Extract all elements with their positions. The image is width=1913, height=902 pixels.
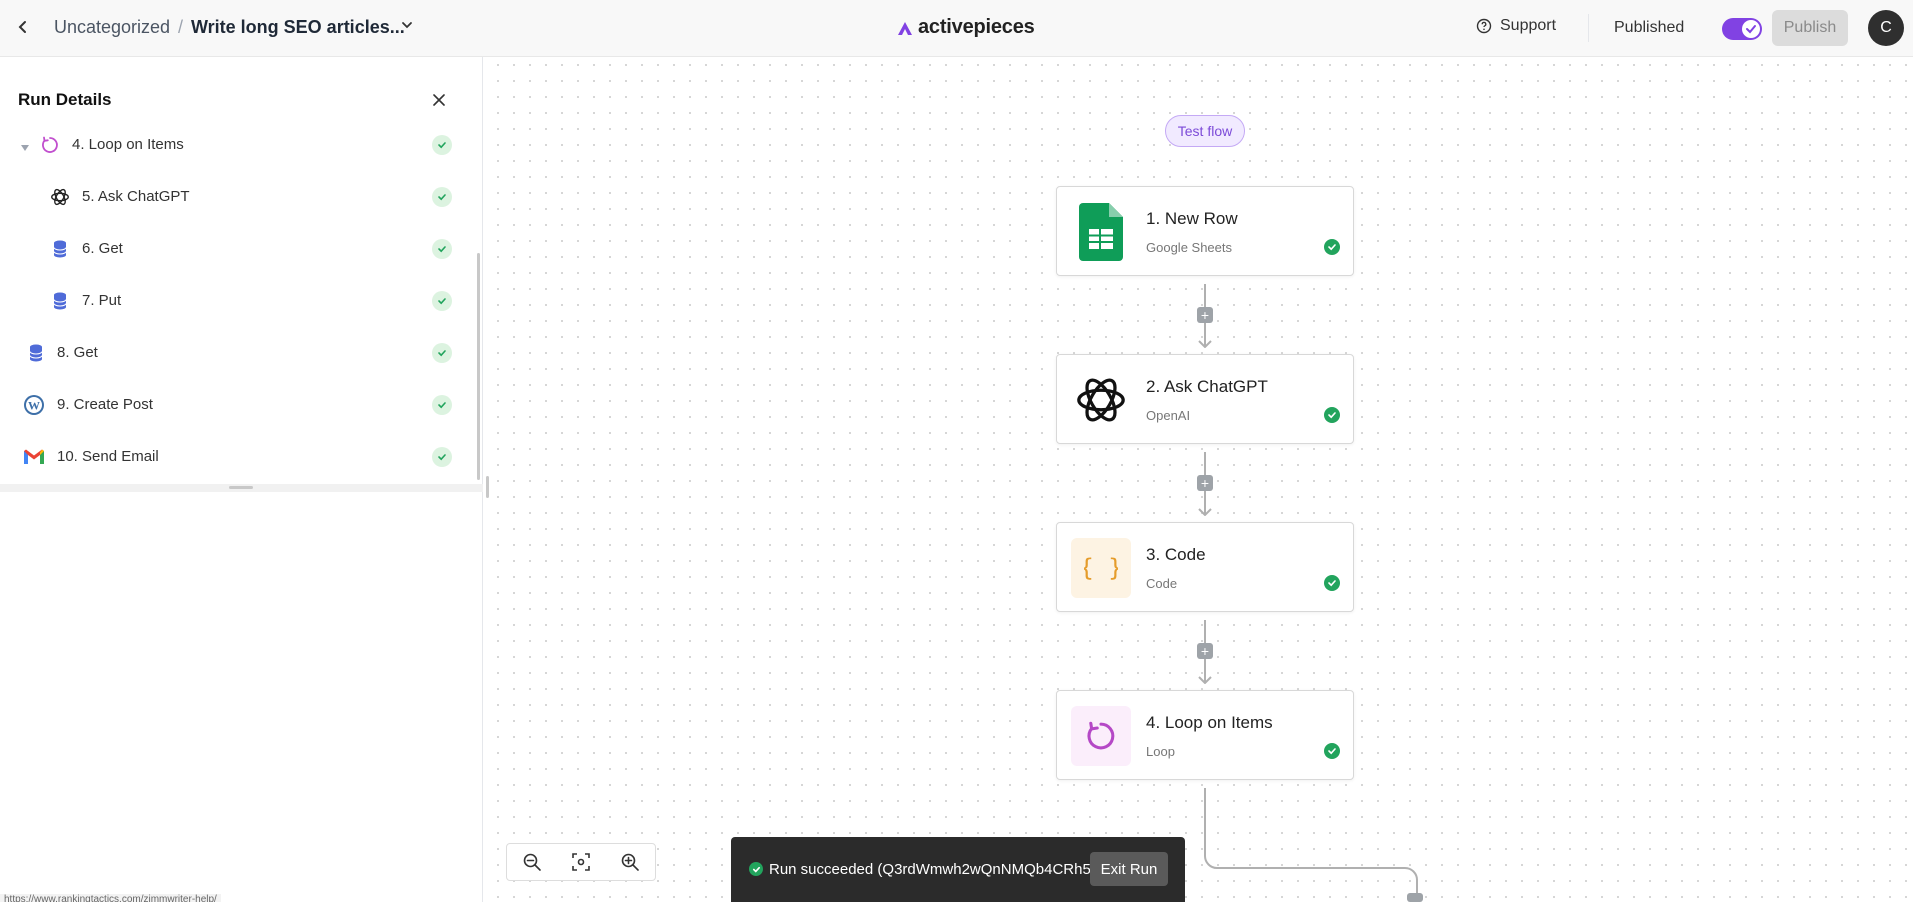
node-title: 4. Loop on Items [1146, 713, 1273, 732]
storage-icon [48, 237, 72, 261]
flow-node-code[interactable]: { } 3. Code Code [1056, 522, 1354, 612]
toast-message: Run succeeded (Q3rdWmwh2wQnNMQb4CRh5) [769, 861, 1096, 878]
svg-text:{ }: { } [1084, 554, 1118, 582]
publish-toggle[interactable] [1722, 18, 1762, 40]
caret-down-icon[interactable] [20, 139, 30, 157]
help-circle-icon [1476, 18, 1492, 34]
run-step-label: 4. Loop on Items [72, 136, 184, 153]
exit-run-button[interactable]: Exit Run [1090, 852, 1168, 886]
add-step-plus-icon[interactable]: + [1197, 307, 1213, 323]
node-subtitle: Google Sheets [1146, 240, 1233, 255]
run-step-label: 9. Create Post [57, 396, 153, 413]
panel-resize-handle[interactable] [229, 486, 253, 489]
openai-icon [48, 185, 72, 209]
loop-icon [1071, 706, 1131, 766]
run-step-label: 5. Ask ChatGPT [82, 188, 190, 205]
node-subtitle: Loop [1146, 744, 1175, 759]
support-label: Support [1500, 17, 1557, 34]
run-step-label: 10. Send Email [57, 448, 159, 465]
code-icon: { } [1071, 538, 1131, 598]
run-step-label: 8. Get [57, 344, 98, 361]
node-title: 1. New Row [1146, 209, 1238, 228]
success-check-icon [1324, 239, 1340, 255]
add-step-plus-icon[interactable] [1407, 893, 1423, 902]
run-step-loop[interactable]: 4. Loop on Items [20, 121, 460, 169]
arrow-down-icon [1198, 676, 1212, 684]
add-step-plus-icon[interactable]: + [1197, 475, 1213, 491]
success-check-icon [432, 447, 452, 467]
run-step-put[interactable]: 7. Put [20, 277, 460, 325]
success-check-icon [432, 395, 452, 415]
storage-icon [48, 289, 72, 313]
arrow-down-icon [1198, 340, 1212, 348]
breadcrumb-separator: / [178, 17, 184, 37]
success-check-icon [432, 239, 452, 259]
run-details-panel: Run Details 4. Loop on Items 5. Ask Chat… [0, 57, 483, 902]
success-check-icon [432, 343, 452, 363]
storage-icon [24, 341, 48, 365]
success-check-icon [1324, 575, 1340, 591]
sidebar-resize-handle[interactable] [486, 476, 489, 498]
panel-scrollbar[interactable] [477, 253, 480, 480]
support-button[interactable]: Support [1476, 17, 1556, 35]
chevron-down-icon[interactable] [400, 18, 414, 37]
openai-icon [1071, 370, 1131, 430]
success-check-icon [1324, 407, 1340, 423]
run-step-get[interactable]: 6. Get [20, 225, 460, 273]
loop-icon [38, 133, 62, 157]
zoom-controls [506, 843, 656, 881]
flow-node-new-row[interactable]: 1. New Row Google Sheets [1056, 186, 1354, 276]
run-step-label: 7. Put [82, 292, 122, 309]
activepieces-logo-icon [898, 21, 912, 35]
run-status-toast: Run succeeded (Q3rdWmwh2wQnNMQb4CRh5) Ex… [731, 837, 1185, 902]
back-chevron-icon[interactable] [12, 16, 34, 38]
flow-node-loop-on-items[interactable]: 4. Loop on Items Loop [1056, 690, 1354, 780]
publish-button[interactable]: Publish [1772, 10, 1848, 46]
svg-text:W: W [28, 399, 40, 413]
success-check-icon [432, 291, 452, 311]
zoom-in-icon[interactable] [606, 844, 655, 880]
close-icon[interactable] [430, 91, 448, 109]
logo-text: activepieces [918, 16, 1035, 38]
test-flow-button[interactable]: Test flow [1165, 115, 1245, 147]
run-step-get-2[interactable]: 8. Get [20, 329, 460, 377]
node-title: 2. Ask ChatGPT [1146, 377, 1268, 396]
wordpress-icon: W [22, 393, 46, 417]
zoom-out-icon[interactable] [507, 844, 556, 880]
user-avatar[interactable]: C [1868, 10, 1904, 46]
gmail-icon [22, 445, 46, 469]
node-subtitle: OpenAI [1146, 408, 1191, 423]
fit-view-icon[interactable] [556, 844, 605, 880]
success-check-icon [432, 135, 452, 155]
add-step-plus-icon[interactable]: + [1197, 643, 1213, 659]
header-divider [1588, 14, 1589, 42]
run-step-send-email[interactable]: 10. Send Email [20, 433, 460, 481]
activepieces-logo: activepieces [896, 16, 1035, 39]
status-url: https://www.rankingtactics.com/zimmwrite… [0, 894, 221, 902]
node-subtitle: Code [1146, 576, 1178, 591]
arrow-down-icon [1198, 508, 1212, 516]
node-title: 3. Code [1146, 545, 1206, 564]
flow-node-ask-chatgpt[interactable]: 2. Ask ChatGPT OpenAI [1056, 354, 1354, 444]
run-step-ask-chatgpt[interactable]: 5. Ask ChatGPT [20, 173, 460, 221]
google-sheets-icon [1071, 202, 1131, 262]
publish-status-label: Published [1614, 19, 1685, 36]
flow-name[interactable]: Write long SEO articles... [191, 17, 405, 38]
success-check-icon [432, 187, 452, 207]
success-check-icon [1324, 743, 1340, 759]
run-step-label: 6. Get [82, 240, 123, 257]
breadcrumb-folder[interactable]: Uncategorized [54, 17, 170, 38]
loop-branch-connector [1204, 788, 1418, 902]
run-step-create-post[interactable]: W 9. Create Post [20, 381, 460, 429]
top-bar: Uncategorized / Write long SEO articles.… [0, 0, 1913, 57]
panel-title: Run Details [18, 90, 112, 109]
success-check-icon [749, 862, 763, 876]
check-icon [1742, 20, 1760, 38]
